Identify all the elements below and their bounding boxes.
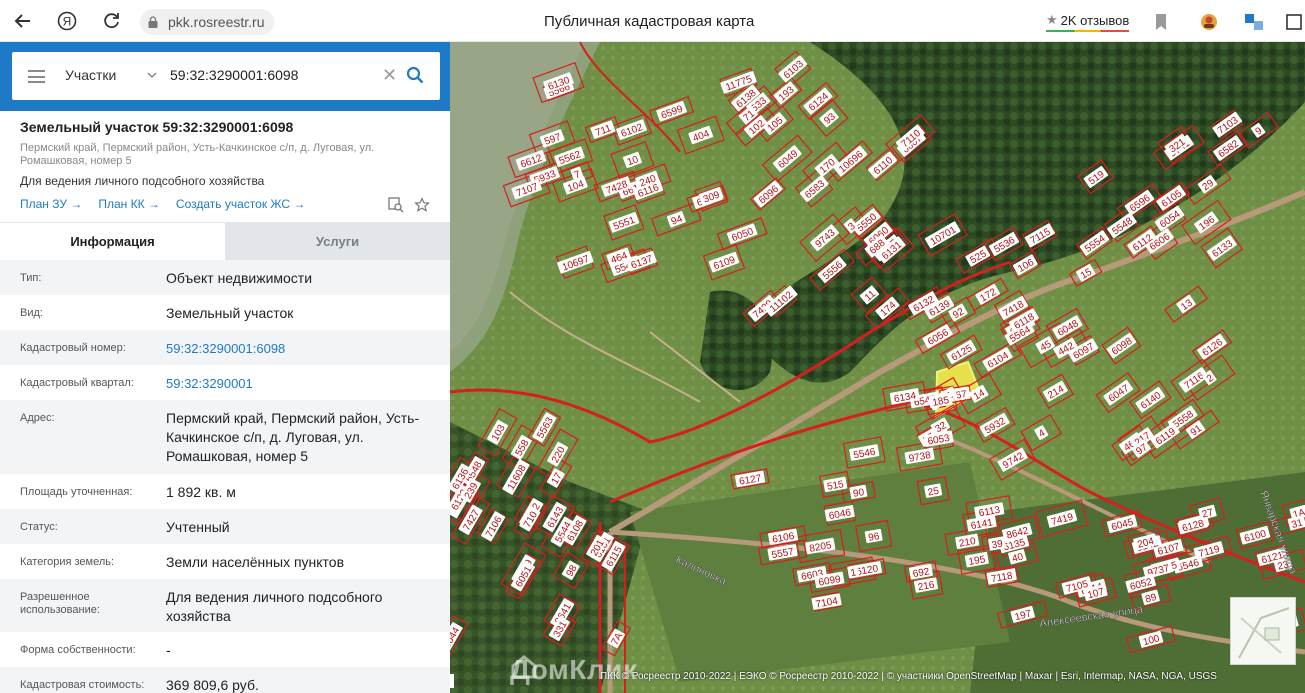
menu-icon[interactable] [28,70,45,83]
tab-info[interactable]: Информация [0,222,225,260]
chevron-down-icon[interactable] [146,69,158,81]
lock-icon [148,16,158,28]
object-type-select[interactable]: Участки [65,67,116,83]
property-key: Вид: [20,307,43,319]
object-address: Пермский край, Пермский район, Усть-Качк… [20,142,375,167]
zoom-to-object-icon[interactable] [388,197,404,213]
back-arrow-icon[interactable] [12,10,34,32]
star-favorite-icon[interactable] [414,197,430,213]
property-row: Кадастровый квартал: 59:32:3290001 [0,365,450,400]
property-value: 1 892 кв. м [166,484,236,500]
property-key: Кадастровый номер: [20,342,126,354]
property-key: Адрес: [20,412,55,424]
browser-toolbar: Я pkk.rosreestr.ru Публичная кадастровая… [0,0,1305,42]
cadastral-quarter-link[interactable]: 59:32:3290001 [166,374,441,393]
extension-icon[interactable] [1198,11,1220,33]
property-key: Кадастровая стоимость: [20,679,145,691]
search-box: Участки ✕ [12,52,440,100]
property-value: Для ведения личного подсобного хозяйства [166,589,383,624]
property-row: Тип: Объект недвижимости [0,260,450,295]
map-attribution: ПКК © Росреестр 2010-2022 | ЕЭКО © Росре… [600,671,1217,682]
property-key: Статус: [20,521,58,533]
cadastral-number-link[interactable]: 59:32:3290001:6098 [166,339,441,358]
satellite-map[interactable]: 6611658365986582654774197427742874297418… [450,42,1305,693]
yandex-logo-icon[interactable]: Я [56,10,78,32]
property-value: Земельный участок [166,305,294,321]
address-bar[interactable]: pkk.rosreestr.ru [140,9,275,35]
cadastral-map[interactable]: 6611658365986582654774197427742874297418… [450,42,1305,693]
clear-icon[interactable]: ✕ [382,66,397,84]
property-value: Учтенный [166,519,230,535]
property-key: Тип: [20,272,42,284]
property-row: Разрешенное использование: Для ведения л… [0,579,450,632]
plan-zu-link[interactable]: План ЗУ → [20,197,82,211]
object-purpose: Для ведения личного подсобного хозяйства [20,174,265,188]
property-row: Вид: Земельный участок [0,295,450,330]
property-value: Объект недвижимости [166,270,313,286]
property-key: Кадастровый квартал: [20,377,134,389]
star-icon: ★ [1046,12,1058,27]
property-row: Статус: Учтенный [0,509,450,544]
tab-services[interactable]: Услуги [225,222,450,260]
property-value: Земли населённых пунктов [166,554,345,570]
reviews-badge[interactable]: ★ 2K отзывов [1046,12,1130,32]
property-row: Кадастровая стоимость: 369 809,6 руб. [0,667,450,693]
search-band: Участки ✕ [0,42,450,111]
property-key: Разрешенное использование: [20,591,100,616]
search-icon[interactable] [406,66,424,84]
object-title: Земельный участок 59:32:3290001:6098 [20,119,294,135]
property-value: 369 809,6 руб. [166,677,259,693]
properties-list: Тип: Объект недвижимости Вид: Земельный … [0,260,450,693]
info-panel: Участки ✕ Земельный участок 59:32:329000… [0,42,450,693]
search-input[interactable] [170,67,370,83]
basemap-switcher[interactable] [1230,597,1296,665]
plan-kk-link[interactable]: План КК → [98,197,160,211]
property-value: Пермский край, Пермский район, Усть-Качк… [166,410,420,464]
property-row: Форма собственности: - [0,632,450,667]
url-text: pkk.rosreestr.ru [168,14,265,30]
property-row: Адрес: Пермский край, Пермский район, Ус… [0,400,450,474]
bookmark-icon[interactable] [1150,11,1172,33]
object-links: План ЗУ → План КК → Создать участок ЖС → [20,197,305,211]
property-value: - [166,642,171,658]
reload-icon[interactable] [101,10,123,32]
translate-icon[interactable] [1243,11,1265,33]
property-key: Форма собственности: [20,644,136,656]
create-parcel-link[interactable]: Создать участок ЖС → [176,197,305,211]
property-row: Кадастровый номер: 59:32:3290001:6098 [0,330,450,365]
panel-tabs: Информация Услуги [0,222,450,260]
svg-text:Я: Я [63,15,72,29]
page-title: Публичная кадастровая карта [544,13,755,30]
property-key: Категория земель: [20,556,115,568]
scale-bar [450,674,454,688]
property-key: Площадь уточненная: [20,486,133,498]
property-row: Площадь уточненная: 1 892 кв. м [0,474,450,509]
property-row: Категория земель: Земли населённых пункт… [0,544,450,579]
reviews-label: 2K отзывов [1060,12,1130,28]
downloads-icon[interactable] [1283,11,1305,33]
